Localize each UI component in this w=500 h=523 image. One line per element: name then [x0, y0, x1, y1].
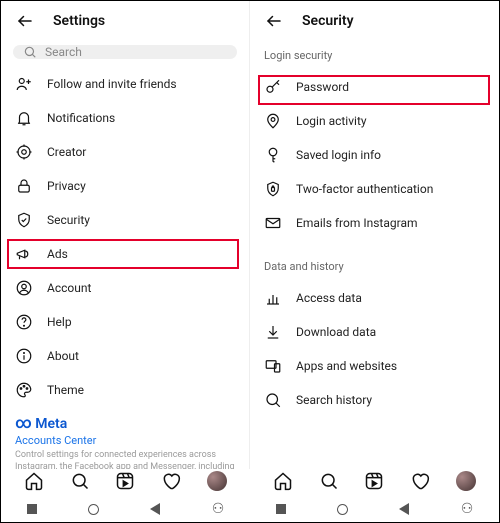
meta-footer: ∞ Meta Accounts Center Control settings … — [1, 407, 249, 469]
mail-icon — [264, 214, 282, 232]
settings-item-security[interactable]: Security — [1, 203, 249, 237]
accounts-center-link[interactable]: Accounts Center — [15, 434, 235, 447]
item-label: Download data — [296, 325, 376, 339]
item-label: Help — [47, 315, 72, 329]
data-history-list: Access data Download data Apps and websi… — [250, 279, 499, 417]
item-label: Apps and websites — [296, 359, 397, 373]
location-icon — [264, 112, 282, 130]
item-label: Saved login info — [296, 148, 381, 162]
nav-profile-icon[interactable] — [206, 470, 228, 492]
settings-item-follow[interactable]: Follow and invite friends — [1, 67, 249, 101]
search-input[interactable]: Search — [13, 45, 237, 59]
settings-item-privacy[interactable]: Privacy — [1, 169, 249, 203]
settings-item-account[interactable]: Account — [1, 271, 249, 305]
security-item-search-history[interactable]: Search history — [250, 383, 499, 417]
settings-item-creator[interactable]: Creator — [1, 135, 249, 169]
sys-recent-icon[interactable] — [27, 504, 37, 514]
item-label: Follow and invite friends — [47, 77, 177, 91]
security-item-emails[interactable]: Emails from Instagram — [250, 206, 499, 240]
sys-back-icon[interactable] — [150, 503, 160, 515]
ig-bottom-nav — [1, 466, 499, 496]
security-item-apps-websites[interactable]: Apps and websites — [250, 349, 499, 383]
item-label: Ads — [47, 247, 68, 261]
item-label: Account — [47, 281, 91, 295]
follow-icon — [15, 75, 33, 93]
shield-lock-icon — [264, 180, 282, 198]
nav-home-icon[interactable] — [272, 470, 294, 492]
creator-icon — [15, 143, 33, 161]
settings-item-theme[interactable]: Theme — [1, 373, 249, 407]
nav-activity-icon[interactable] — [409, 470, 431, 492]
sys-home-icon[interactable] — [88, 504, 99, 515]
sys-home-icon[interactable] — [337, 504, 348, 515]
security-item-login-activity[interactable]: Login activity — [250, 104, 499, 138]
item-label: Login activity — [296, 114, 367, 128]
sys-recent-icon[interactable] — [276, 504, 286, 514]
item-label: Security — [47, 213, 90, 227]
back-button[interactable] — [264, 11, 284, 31]
settings-pane: Settings Search Follow and invite friend… — [1, 1, 250, 469]
page-title: Settings — [53, 13, 105, 29]
lock-icon — [15, 177, 33, 195]
nav-home-icon[interactable] — [23, 470, 45, 492]
security-header: Security — [250, 1, 499, 39]
nav-search-icon[interactable] — [69, 470, 91, 492]
nav-reels-icon[interactable] — [363, 470, 385, 492]
security-pane: Security Login security Password Login a… — [250, 1, 499, 469]
sys-accessibility-icon[interactable]: ⚇ — [212, 501, 225, 517]
security-item-password[interactable]: Password — [250, 70, 499, 104]
item-label: Two-factor authentication — [296, 182, 433, 196]
shield-check-icon — [15, 211, 33, 229]
search-history-icon — [264, 391, 282, 409]
bell-icon — [15, 109, 33, 127]
key-icon — [264, 78, 282, 96]
login-security-list: Password Login activity Saved login info… — [250, 68, 499, 240]
item-label: Search history — [296, 393, 372, 407]
section-data-history: Data and history — [250, 250, 499, 279]
settings-item-about[interactable]: About — [1, 339, 249, 373]
item-label: Privacy — [47, 179, 86, 193]
settings-header: Settings — [1, 1, 249, 39]
nav-activity-icon[interactable] — [160, 470, 182, 492]
nav-search-icon[interactable] — [318, 470, 340, 492]
section-login-security: Login security — [250, 39, 499, 68]
android-system-nav: ⚇ ⚇ — [1, 496, 499, 522]
search-icon — [23, 45, 37, 59]
nav-profile-icon[interactable] — [455, 470, 477, 492]
chart-icon — [264, 289, 282, 307]
page-title: Security — [302, 13, 354, 29]
search-placeholder: Search — [45, 45, 82, 59]
sys-back-icon[interactable] — [399, 503, 409, 515]
devices-icon — [264, 357, 282, 375]
item-label: Creator — [47, 145, 86, 159]
key-round-icon — [264, 146, 282, 164]
download-icon — [264, 323, 282, 341]
settings-list: Follow and invite friends Notifications … — [1, 65, 249, 469]
item-label: Access data — [296, 291, 362, 305]
security-item-saved-login[interactable]: Saved login info — [250, 138, 499, 172]
settings-item-ads[interactable]: Ads — [1, 237, 249, 271]
back-button[interactable] — [15, 11, 35, 31]
item-label: About — [47, 349, 79, 363]
security-item-access-data[interactable]: Access data — [250, 281, 499, 315]
palette-icon — [15, 381, 33, 399]
settings-item-help[interactable]: Help — [1, 305, 249, 339]
item-label: Emails from Instagram — [296, 216, 418, 230]
info-icon — [15, 347, 33, 365]
help-icon — [15, 313, 33, 331]
nav-reels-icon[interactable] — [114, 470, 136, 492]
settings-item-notifications[interactable]: Notifications — [1, 101, 249, 135]
security-item-2fa[interactable]: Two-factor authentication — [250, 172, 499, 206]
item-label: Password — [296, 80, 349, 94]
meta-logo: ∞ Meta — [15, 413, 235, 432]
sys-accessibility-icon[interactable]: ⚇ — [461, 501, 474, 517]
account-icon — [15, 279, 33, 297]
megaphone-icon — [15, 245, 33, 263]
item-label: Notifications — [47, 111, 115, 125]
item-label: Theme — [47, 383, 84, 397]
security-item-download-data[interactable]: Download data — [250, 315, 499, 349]
